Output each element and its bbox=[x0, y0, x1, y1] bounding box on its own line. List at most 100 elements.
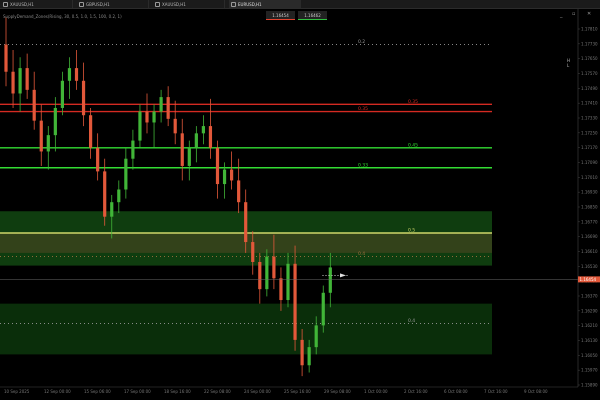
level-label: 0.35 bbox=[408, 99, 418, 105]
chart-tab-2[interactable]: GBPUSD,H1 bbox=[77, 0, 149, 8]
time-tick-label: 24 Sep 00:00 bbox=[244, 389, 271, 394]
chart-tab-label: XAUUSD,H1 bbox=[10, 1, 34, 7]
candle-body bbox=[4, 44, 8, 72]
candle-body bbox=[244, 202, 248, 243]
chart-tab-4[interactable]: EURUSD,H1 bbox=[229, 0, 301, 8]
demand-zone-lower bbox=[0, 303, 492, 355]
candle-body bbox=[314, 325, 318, 348]
candle-body bbox=[11, 71, 15, 94]
candle-body bbox=[166, 97, 170, 119]
time-tick-label: 25 Sep 16:00 bbox=[284, 389, 311, 394]
price-arrow-icon bbox=[340, 273, 346, 278]
price-tick-label: 1.17490 bbox=[581, 86, 598, 91]
candle-body bbox=[328, 267, 332, 293]
level-label: 0.45 bbox=[408, 142, 418, 148]
candle-body bbox=[96, 147, 100, 172]
candle-body bbox=[251, 242, 255, 262]
sell-button[interactable]: 1.16454 bbox=[266, 11, 295, 20]
price-tick-label: 1.16610 bbox=[581, 249, 598, 254]
price-tick-label: 1.15970 bbox=[581, 368, 598, 373]
time-tick-label: 1 Oct 00:00 bbox=[364, 389, 388, 394]
candle-body bbox=[222, 169, 227, 185]
restore-icon[interactable]: ▫ bbox=[572, 11, 575, 17]
level-label: 0.2 bbox=[358, 39, 365, 45]
time-tick-label: 6 Oct 08:00 bbox=[444, 389, 468, 394]
chart-window-icon bbox=[79, 1, 84, 7]
level-label: 0.5 bbox=[408, 227, 415, 233]
price-tick-label: 1.16850 bbox=[581, 205, 598, 210]
price-tick-label: 1.17650 bbox=[581, 56, 598, 61]
candle-body bbox=[265, 256, 269, 290]
price-tick-label: 1.17250 bbox=[581, 130, 598, 135]
time-tick-label: 7 Oct 16:00 bbox=[484, 389, 508, 394]
price-tick-label: 1.17330 bbox=[581, 116, 598, 121]
time-tick-label: 29 Sep 08:00 bbox=[324, 389, 351, 394]
price-tick-label: 1.17410 bbox=[581, 101, 598, 106]
candle-body bbox=[124, 158, 128, 190]
price-chart-area[interactable]: 0.2 0.35 0.35 0.45 0.33 0.5 0.4 0.4 1.17810 1.177… bbox=[0, 9, 600, 400]
candle-body bbox=[194, 133, 198, 148]
chart-tab-bar: XAUUSD,H1 GBPUSD,H1 XAUUSD,H1 EURUSD,H1 bbox=[0, 0, 600, 9]
price-tick-label: 1.16210 bbox=[581, 323, 598, 328]
level-label: 0.4 bbox=[358, 251, 365, 257]
candle-body bbox=[46, 135, 50, 152]
time-tick-label: 12 Sep 00:00 bbox=[44, 389, 71, 394]
indicator-info: SupplyDemand_Zones(Rising, 30, 0.5, 1.0,… bbox=[3, 14, 122, 19]
price-tick-label: 1.17730 bbox=[581, 41, 598, 46]
candle-body bbox=[272, 256, 276, 279]
candle-body bbox=[117, 189, 121, 203]
candle-body bbox=[279, 278, 283, 301]
price-tick-label: 1.17010 bbox=[581, 175, 598, 180]
price-tick-label: 1.16930 bbox=[581, 190, 598, 195]
candle-body bbox=[201, 126, 205, 134]
candle-body bbox=[60, 80, 64, 108]
candle-body bbox=[89, 115, 93, 148]
candle-body bbox=[145, 111, 149, 123]
price-tick-label: 1.16530 bbox=[581, 264, 598, 269]
price-tick-label: 1.16370 bbox=[581, 294, 598, 299]
candle-body bbox=[293, 263, 297, 340]
chart-tab-label: EURUSD,H1 bbox=[238, 1, 262, 7]
candle-body bbox=[110, 202, 114, 217]
price-tick-label: 1.16050 bbox=[581, 353, 598, 358]
chart-tab-label: GBPUSD,H1 bbox=[86, 1, 110, 7]
price-tick-label: 1.16130 bbox=[581, 338, 598, 343]
candle-body bbox=[25, 68, 29, 90]
candle-body bbox=[103, 171, 107, 217]
candle-body bbox=[39, 120, 43, 152]
time-tick-label: 22 Sep 08:00 bbox=[204, 389, 231, 394]
level-label: 0.35 bbox=[358, 106, 368, 112]
time-tick-label: 10 Sep 2025 bbox=[4, 389, 30, 394]
candlestick-chart[interactable]: 0.2 0.35 0.35 0.45 0.33 0.5 0.4 0.4 1.17810 1.177… bbox=[0, 9, 600, 400]
candle-body bbox=[173, 118, 177, 134]
candle-body bbox=[138, 111, 142, 141]
high-low-label: H L bbox=[567, 58, 571, 68]
price-tick-label: 1.17090 bbox=[581, 160, 598, 165]
candle-body bbox=[32, 89, 36, 121]
chart-tab-1[interactable]: XAUUSD,H1 bbox=[1, 0, 73, 8]
candle-body bbox=[300, 339, 304, 366]
candle-body bbox=[74, 68, 79, 81]
minimize-icon[interactable]: _ bbox=[560, 12, 563, 18]
current-price-label: 1.16454 bbox=[580, 277, 597, 282]
close-icon[interactable]: ✕ bbox=[587, 11, 591, 17]
chart-window-icon bbox=[231, 1, 236, 7]
time-tick-label: 18 Sep 16:00 bbox=[164, 389, 191, 394]
candle-body bbox=[152, 111, 156, 123]
buy-button[interactable]: 1.16462 bbox=[298, 11, 327, 20]
candle-body bbox=[258, 261, 262, 290]
price-tick-label: 1.16770 bbox=[581, 219, 598, 224]
candle-body bbox=[81, 80, 86, 116]
candle-body bbox=[307, 347, 311, 366]
candle-body bbox=[18, 68, 22, 94]
candle-body bbox=[131, 140, 135, 159]
candle-body bbox=[67, 68, 72, 81]
chart-tab-3[interactable]: XAUUSD,H1 bbox=[153, 0, 225, 8]
level-label: 0.4 bbox=[408, 318, 415, 324]
candle-body bbox=[237, 180, 241, 203]
time-tick-label: 17 Sep 00:00 bbox=[124, 389, 151, 394]
time-tick-label: 2 Oct 16:00 bbox=[404, 389, 428, 394]
time-tick-label: 9 Oct 08:00 bbox=[524, 389, 548, 394]
price-tick-label: 1.15890 bbox=[581, 383, 598, 388]
candle-body bbox=[180, 133, 184, 166]
